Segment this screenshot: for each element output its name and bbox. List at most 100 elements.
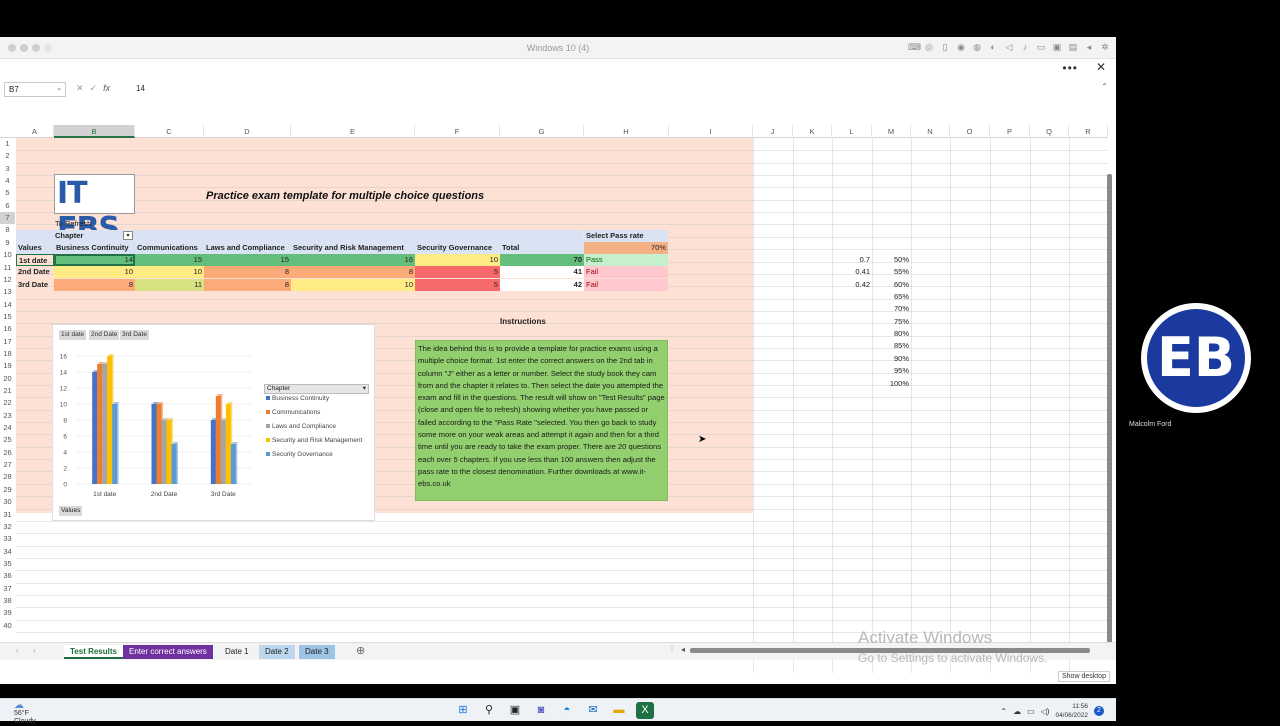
chart-bar[interactable] — [156, 404, 162, 484]
chart-bar[interactable] — [171, 444, 177, 484]
chart-bar[interactable] — [97, 364, 103, 484]
score-cell[interactable]: 10 — [135, 266, 204, 279]
add-sheet-icon[interactable]: ⊕ — [356, 644, 365, 657]
pass-rate-option[interactable]: 100% — [872, 378, 911, 390]
pass-rate-option[interactable]: 70% — [872, 303, 911, 315]
row-header[interactable]: 3 — [0, 163, 15, 175]
tab-date-3[interactable]: Date 3 — [299, 645, 335, 659]
folder-share-icon[interactable]: ▤ — [1068, 42, 1078, 52]
chapter-header[interactable]: Security and Risk Management — [291, 242, 415, 254]
row-header[interactable]: 5 — [0, 187, 15, 199]
pass-rate-option[interactable]: 85% — [872, 340, 911, 352]
row-header[interactable]: 25 — [0, 434, 15, 446]
row-header[interactable]: 22 — [0, 397, 15, 409]
ratio-cell[interactable]: 0.7 — [832, 254, 872, 266]
chart-bar[interactable] — [225, 404, 231, 484]
row-header[interactable]: 12 — [0, 274, 15, 286]
row-header[interactable]: 20 — [0, 373, 15, 385]
row-header[interactable]: 40 — [0, 620, 15, 632]
row-header[interactable]: 10 — [0, 249, 15, 261]
score-cell[interactable]: 8 — [204, 278, 291, 291]
chapter-header[interactable]: Communications — [135, 242, 204, 254]
column-header[interactable]: O — [950, 125, 990, 138]
total-cell[interactable]: 42 — [500, 278, 584, 291]
chart-bar[interactable] — [161, 420, 167, 484]
ratio-cell[interactable]: 0.41 — [832, 266, 872, 278]
row-header[interactable]: 39 — [0, 607, 15, 619]
legend-item[interactable]: Communications — [266, 409, 320, 416]
column-header[interactable]: L — [832, 125, 872, 138]
column-header[interactable]: R — [1069, 125, 1108, 138]
chat-icon[interactable]: ◙ — [532, 702, 550, 719]
total-cell[interactable]: 70 — [500, 254, 584, 266]
row-header[interactable]: 33 — [0, 533, 15, 545]
row-header[interactable]: 1 — [0, 138, 15, 150]
usb-icon[interactable]: ▯ — [940, 42, 950, 52]
notification-badge[interactable]: 2 — [1094, 706, 1104, 716]
total-cell[interactable]: 41 — [500, 266, 584, 279]
gear-icon[interactable]: ✲ — [1100, 42, 1110, 52]
column-header[interactable]: D — [204, 125, 291, 138]
volume-icon[interactable]: ◁) — [1041, 707, 1050, 716]
cancel-icon[interactable]: ✕ — [76, 83, 84, 94]
column-header[interactable]: J — [753, 125, 793, 138]
row-header[interactable]: 9 — [0, 237, 15, 249]
chart-bar[interactable] — [166, 420, 172, 484]
vertical-scrollbar[interactable] — [1107, 174, 1112, 654]
split-handle-icon[interactable]: ⋮ — [668, 645, 676, 654]
ratio-cell[interactable]: 0.42 — [832, 279, 872, 291]
legend-item[interactable]: Security and Risk Management — [266, 437, 362, 444]
onedrive-icon[interactable]: ☁ — [1013, 707, 1021, 716]
instructions-text[interactable]: The idea behind this is to provide a tem… — [415, 340, 668, 501]
score-cell[interactable]: 16 — [291, 254, 415, 266]
column-header[interactable]: I — [669, 125, 753, 138]
chart-bar[interactable] — [102, 364, 108, 484]
row-header[interactable]: 27 — [0, 459, 15, 471]
row-header[interactable]: 13 — [0, 286, 15, 298]
row-header[interactable]: 8 — [0, 224, 15, 236]
globe-icon[interactable]: ◐ — [988, 42, 998, 52]
task-view-icon[interactable]: ▣ — [506, 702, 524, 719]
refresh-note[interactable]: To Refresh — [53, 218, 133, 230]
weather-widget[interactable]: ☁ 56°F Cloudy — [14, 701, 36, 726]
chart-bar[interactable] — [151, 404, 157, 484]
pass-rate-option[interactable]: 95% — [872, 365, 911, 377]
score-cell[interactable]: 10 — [415, 254, 500, 266]
sound-icon[interactable]: ◁ — [1004, 42, 1014, 52]
score-cell[interactable]: 14 — [54, 254, 135, 266]
mic-icon[interactable]: ♪ — [1020, 42, 1030, 52]
column-header[interactable]: N — [911, 125, 950, 138]
chapter-header[interactable]: Business Continuity — [54, 242, 135, 254]
row-header[interactable]: 2 — [0, 150, 15, 162]
network-icon[interactable]: ▭ — [1027, 707, 1035, 716]
excel-icon[interactable]: X — [636, 702, 654, 719]
result-cell[interactable]: Pass — [584, 254, 668, 266]
pass-rate-option[interactable]: 90% — [872, 353, 911, 365]
score-cell[interactable]: 5 — [415, 278, 500, 291]
chevron-up-icon[interactable]: ⌃ — [1000, 707, 1007, 716]
row-header[interactable]: 30 — [0, 496, 15, 508]
row-header[interactable]: 15 — [0, 311, 15, 323]
chart-bar[interactable] — [215, 396, 221, 484]
formula-input[interactable]: 14 — [136, 84, 145, 93]
row-label[interactable]: 3rd Date — [16, 279, 54, 291]
row-header[interactable]: 4 — [0, 175, 15, 187]
column-header[interactable]: A — [16, 125, 54, 138]
column-header[interactable]: P — [990, 125, 1030, 138]
row-header[interactable]: 36 — [0, 570, 15, 582]
row-header[interactable]: 19 — [0, 360, 15, 372]
clock[interactable]: 11:56 04/06/2022 — [1055, 702, 1088, 720]
tab-test-results[interactable]: Test Results — [64, 645, 123, 659]
back-icon[interactable]: ◂ — [1084, 42, 1094, 52]
pass-rate-option[interactable]: 65% — [872, 291, 911, 303]
row-header[interactable]: 38 — [0, 595, 15, 607]
chart-bar[interactable] — [107, 356, 113, 484]
chapter-header[interactable]: Total — [500, 242, 584, 254]
row-header[interactable]: 18 — [0, 348, 15, 360]
pass-rate-option[interactable]: 80% — [872, 328, 911, 340]
fx-icon[interactable]: fx — [103, 83, 110, 94]
row-header[interactable]: 23 — [0, 410, 15, 422]
close-icon[interactable]: ✕ — [1096, 60, 1106, 74]
tab-date-2[interactable]: Date 2 — [259, 645, 295, 659]
pass-rate-option[interactable]: 60% — [872, 279, 911, 291]
